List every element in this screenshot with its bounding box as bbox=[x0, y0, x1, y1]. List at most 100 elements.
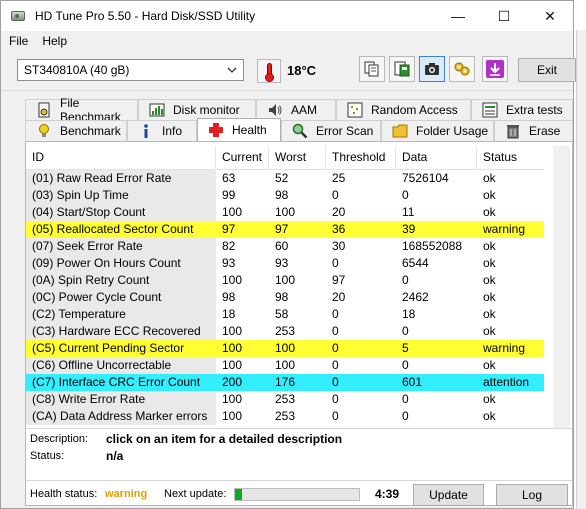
table-row[interactable]: (0C) Power Cycle Count 98 98 20 2462 ok bbox=[26, 289, 544, 306]
hdtune-window: HD Tune Pro 5.50 - Hard Disk/SSD Utility… bbox=[0, 0, 576, 509]
cell-current: 97 bbox=[222, 222, 236, 236]
tab-extra-tests[interactable]: Extra tests bbox=[471, 99, 573, 120]
menu-help[interactable]: Help bbox=[42, 34, 67, 48]
options-button[interactable] bbox=[449, 56, 475, 82]
table-row[interactable]: (CA) Data Address Marker errors 100 253 0 0 o… bbox=[26, 408, 544, 425]
cell-data: 0 bbox=[402, 324, 409, 338]
tab-folder-usage[interactable]: Folder Usage bbox=[381, 120, 494, 141]
update-button[interactable]: Update bbox=[413, 484, 484, 506]
save-button[interactable] bbox=[389, 56, 415, 82]
column-header-current[interactable]: Current bbox=[216, 146, 269, 170]
copy-button[interactable] bbox=[359, 56, 385, 82]
column-header-worst[interactable]: Worst bbox=[269, 146, 326, 170]
cell-threshold: 0 bbox=[332, 358, 339, 372]
cell-threshold: 20 bbox=[332, 290, 346, 304]
minimize-button[interactable]: — bbox=[435, 1, 481, 31]
drive-select[interactable]: ST340810A (40 gB) bbox=[17, 59, 244, 81]
tab-health[interactable]: Health bbox=[197, 118, 281, 141]
extra-tests-icon bbox=[482, 102, 498, 118]
cell-data: 601 bbox=[402, 375, 423, 389]
cell-current: 99 bbox=[222, 188, 236, 202]
tab-erase[interactable]: Erase bbox=[494, 120, 573, 141]
cell-worst: 60 bbox=[275, 239, 289, 253]
table-row[interactable]: (C8) Write Error Rate 100 253 0 0 ok bbox=[26, 391, 544, 408]
cell-status: attention bbox=[483, 375, 530, 389]
window-title: HD Tune Pro 5.50 - Hard Disk/SSD Utility bbox=[35, 9, 256, 23]
cell-id: (C3) Hardware ECC Recovered bbox=[26, 323, 216, 340]
tab-random-access[interactable]: Random Access bbox=[336, 99, 471, 120]
menu-bar: File Help bbox=[1, 31, 573, 51]
cell-current: 63 bbox=[222, 171, 236, 185]
tab-benchmark-label: Benchmark bbox=[60, 124, 121, 138]
table-row[interactable]: (05) Reallocated Sector Count 97 97 36 39 war… bbox=[26, 221, 544, 238]
table-scroll-track[interactable] bbox=[553, 146, 570, 428]
tab-info[interactable]: Info bbox=[127, 120, 197, 141]
tab-aam[interactable]: AAM bbox=[256, 99, 336, 120]
tab-disk-monitor[interactable]: Disk monitor bbox=[138, 99, 256, 120]
cell-data: 11 bbox=[402, 205, 415, 219]
table-row[interactable]: (01) Raw Read Error Rate 63 52 25 7526104 ok bbox=[26, 170, 544, 187]
cell-status: ok bbox=[483, 205, 496, 219]
tab-error-scan[interactable]: Error Scan bbox=[281, 120, 381, 141]
cell-current: 200 bbox=[222, 375, 243, 389]
random-access-icon bbox=[347, 102, 363, 118]
column-header-data[interactable]: Data bbox=[396, 146, 477, 170]
cell-worst: 58 bbox=[275, 307, 289, 321]
cell-status: ok bbox=[483, 324, 496, 338]
table-row[interactable]: (C6) Offline Uncorrectable 100 100 0 0 ok bbox=[26, 357, 544, 374]
cell-threshold: 36 bbox=[332, 222, 346, 236]
status-label: Status: bbox=[30, 450, 65, 462]
table-row[interactable]: (C2) Temperature 18 58 0 18 ok bbox=[26, 306, 544, 323]
menu-help-label: Help bbox=[42, 34, 68, 48]
cell-data: 7526104 bbox=[402, 171, 449, 185]
log-button[interactable]: Log bbox=[496, 484, 568, 506]
table-row[interactable]: (C3) Hardware ECC Recovered 100 253 0 0 ok bbox=[26, 323, 544, 340]
cell-threshold: 25 bbox=[332, 171, 346, 185]
cell-status: ok bbox=[483, 358, 496, 372]
cell-id: (C5) Current Pending Sector bbox=[26, 340, 216, 357]
cell-data: 0 bbox=[402, 358, 409, 372]
cell-current: 98 bbox=[222, 290, 236, 304]
table-row[interactable]: (09) Power On Hours Count 93 93 0 6544 ok bbox=[26, 255, 544, 272]
table-row[interactable]: (0A) Spin Retry Count 100 100 97 0 ok bbox=[26, 272, 544, 289]
cell-id: (01) Raw Read Error Rate bbox=[26, 170, 216, 187]
maximize-button[interactable]: ☐ bbox=[481, 1, 527, 31]
exit-button[interactable]: Exit bbox=[518, 58, 576, 82]
cell-current: 100 bbox=[222, 358, 243, 372]
close-button[interactable]: ✕ bbox=[527, 1, 573, 31]
cell-status: warning bbox=[483, 341, 526, 355]
cell-worst: 253 bbox=[275, 324, 296, 338]
cell-worst: 100 bbox=[275, 205, 296, 219]
table-row[interactable]: (C5) Current Pending Sector 100 100 0 5 warni… bbox=[26, 340, 544, 357]
background-window-right bbox=[576, 30, 586, 509]
cell-id: (05) Reallocated Sector Count bbox=[26, 221, 216, 238]
cell-status: ok bbox=[483, 171, 496, 185]
cell-id: (C2) Temperature bbox=[26, 306, 216, 323]
cell-id: (04) Start/Stop Count bbox=[26, 204, 216, 221]
temperature-readout: 18°C bbox=[287, 63, 317, 78]
folder-icon bbox=[392, 124, 408, 138]
tab-benchmark[interactable]: Benchmark bbox=[25, 120, 127, 141]
menu-file[interactable]: File bbox=[9, 34, 28, 48]
column-header-status[interactable]: Status bbox=[477, 146, 544, 170]
table-row[interactable]: (04) Start/Stop Count 100 100 20 11 ok bbox=[26, 204, 544, 221]
column-header-threshold[interactable]: Threshold bbox=[326, 146, 396, 170]
table-row[interactable]: (03) Spin Up Time 99 98 0 0 ok bbox=[26, 187, 544, 204]
tab-folder-usage-label: Folder Usage bbox=[416, 124, 489, 138]
table-row[interactable]: (C7) Interface CRC Error Count 200 176 0 601… bbox=[26, 374, 544, 391]
table-row[interactable]: (07) Seek Error Rate 82 60 30 168552088 ok bbox=[26, 238, 544, 255]
screenshot-button[interactable] bbox=[419, 56, 445, 82]
cell-worst: 97 bbox=[275, 222, 289, 236]
trash-icon bbox=[507, 125, 519, 139]
cell-threshold: 0 bbox=[332, 307, 339, 321]
tab-file-benchmark[interactable]: File Benchmark bbox=[25, 96, 138, 124]
health-status-label: Health status: bbox=[30, 488, 98, 500]
disk-monitor-icon bbox=[149, 103, 165, 117]
cell-data: 0 bbox=[402, 273, 409, 287]
tab-row-2: Benchmark Info Health Error Scan Folder … bbox=[25, 118, 573, 141]
cell-status: ok bbox=[483, 392, 496, 406]
drive-select-value: ST340810A (40 gB) bbox=[24, 63, 130, 77]
column-header-id[interactable]: ID bbox=[26, 146, 216, 170]
cell-current: 100 bbox=[222, 205, 243, 219]
download-button[interactable] bbox=[482, 56, 508, 82]
